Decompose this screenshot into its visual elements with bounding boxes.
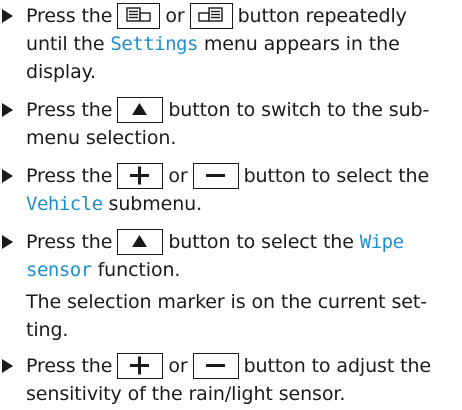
minus-key[interactable]	[192, 353, 239, 379]
instruction-document: Press the or button repeatedly until the S…	[0, 0, 462, 407]
step-text: submenu.	[108, 193, 203, 215]
step-text: menu appears in the	[203, 33, 400, 55]
step-line: display.	[26, 56, 96, 88]
up-arrow-icon	[132, 235, 148, 247]
plus-key[interactable]	[117, 353, 164, 379]
bullet-arrow-icon	[2, 359, 13, 373]
menu-name-highlight: Settings	[110, 33, 198, 55]
bullet-arrow-icon	[2, 235, 13, 249]
step-text: sensitivity of the rain/light sensor.	[26, 383, 346, 405]
step-text: function.	[97, 259, 181, 281]
plus-icon	[130, 356, 150, 375]
display-forward-icon	[197, 7, 223, 22]
step-text: until the	[26, 33, 105, 55]
step-text: or	[165, 5, 185, 27]
step-line: sensor function.	[26, 254, 180, 286]
step-text: Press the	[26, 165, 113, 187]
step-line: Vehicle submenu.	[26, 188, 202, 220]
function-name-highlight: Wipe	[359, 231, 404, 253]
up-arrow-icon	[132, 103, 148, 115]
submenu-name-highlight: Vehicle	[26, 193, 103, 215]
bullet-arrow-icon	[2, 9, 13, 23]
up-key[interactable]	[117, 229, 164, 255]
step-line: sensitivity of the rain/light sensor.	[26, 378, 345, 410]
step-text: display.	[26, 61, 96, 83]
step-text: button to switch to the sub-	[168, 99, 430, 121]
display-back-key[interactable]	[117, 3, 161, 29]
step-text: Press the	[26, 99, 113, 121]
step-text: The selection marker is on the current s…	[26, 291, 427, 313]
step-line: menu selection.	[26, 122, 176, 154]
step-text: button repeatedly	[237, 5, 407, 27]
minus-key[interactable]	[192, 163, 239, 189]
step-line: ting.	[26, 314, 68, 346]
plus-key[interactable]	[117, 163, 164, 189]
plus-icon	[130, 166, 150, 185]
display-back-icon	[126, 7, 152, 22]
function-name-highlight: sensor	[26, 259, 92, 281]
step-text: or	[168, 355, 188, 377]
step-text: or	[168, 165, 188, 187]
display-forward-key[interactable]	[189, 3, 233, 29]
step-text: Press the	[26, 231, 113, 253]
step-text: Press the	[26, 355, 113, 377]
step-text: ting.	[26, 319, 69, 341]
up-key[interactable]	[117, 97, 164, 123]
bullet-arrow-icon	[2, 103, 13, 117]
step-line: The selection marker is on the current s…	[26, 286, 427, 318]
bullet-arrow-icon	[2, 169, 13, 183]
step-text: Press the	[26, 5, 113, 27]
step-text: menu selection.	[26, 127, 177, 149]
minus-icon	[205, 364, 225, 367]
minus-icon	[205, 174, 225, 177]
step-text: button to adjust the	[243, 355, 432, 377]
step-text: button to select the	[243, 165, 430, 187]
step-text: button to select the	[168, 231, 354, 253]
